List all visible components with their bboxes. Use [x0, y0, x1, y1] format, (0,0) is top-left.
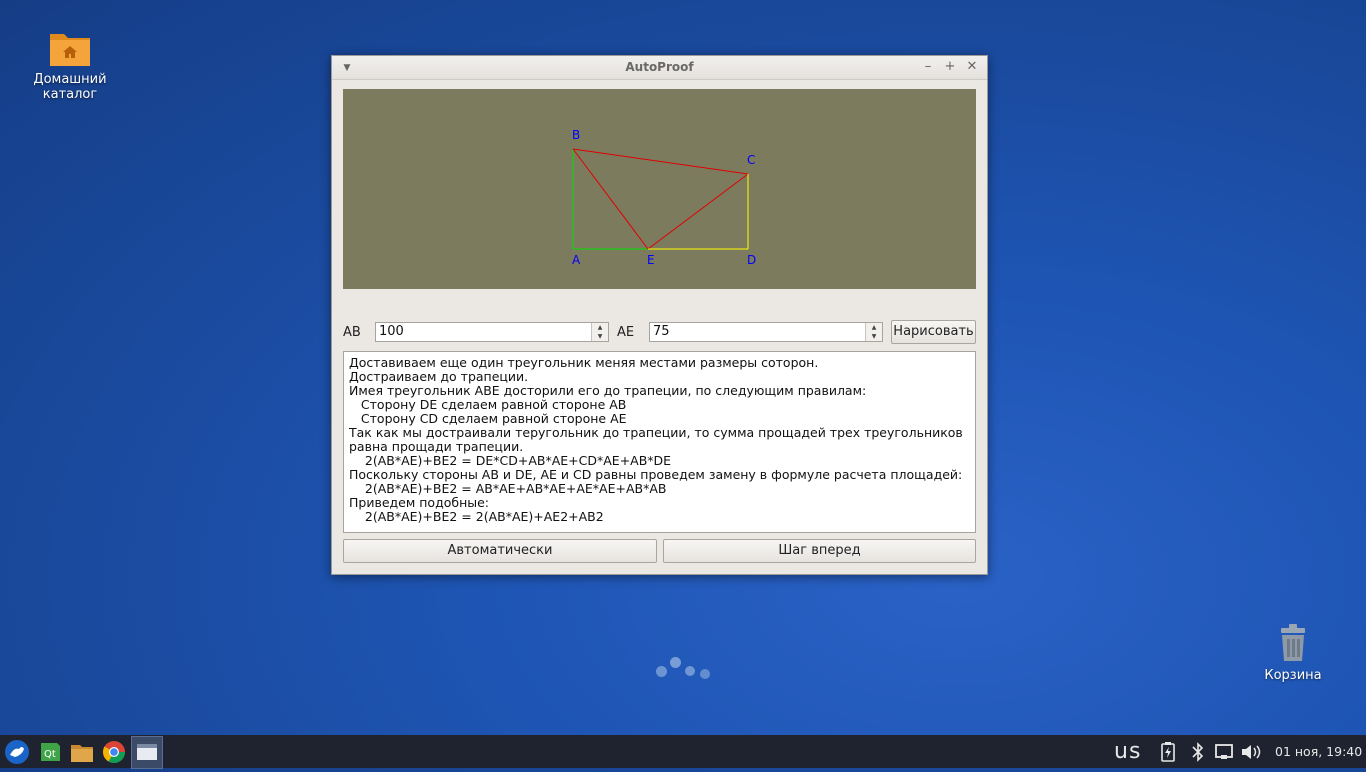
loading-dot — [656, 666, 667, 677]
ae-spinbox[interactable]: 75 ▲ ▼ — [649, 322, 883, 342]
svg-text:Qt: Qt — [44, 749, 56, 760]
volume-icon[interactable] — [1240, 743, 1262, 765]
ae-value: 75 — [653, 324, 670, 339]
log-line: равна прощади трапеции. — [349, 439, 524, 454]
home-label-line2: каталог — [42, 87, 98, 102]
bluetooth-icon[interactable] — [1191, 742, 1205, 766]
log-line: Сторону DE сделаем равной стороне AB — [349, 397, 627, 412]
window-title: AutoProof — [625, 60, 694, 74]
window-titlebar[interactable]: ▼ AutoProof – + ✕ — [332, 56, 987, 80]
geometry-canvas: B C A E D — [343, 89, 976, 289]
close-icon: ✕ — [966, 59, 978, 74]
spin-up-icon[interactable]: ▲ — [592, 323, 608, 332]
ab-value: 100 — [379, 324, 404, 339]
home-folder-icon — [50, 34, 90, 66]
point-label-a: A — [572, 253, 581, 267]
log-line: Имея треугольник ABE досторили его до тр… — [349, 383, 867, 398]
log-line: Доставиваем еще один треугольник меняя м… — [349, 355, 819, 370]
minimize-icon: – — [924, 59, 932, 74]
loading-dot — [685, 666, 695, 676]
battery-icon[interactable] — [1159, 742, 1177, 766]
file-manager-icon[interactable] — [69, 739, 95, 765]
home-label-line1: Домашний — [33, 72, 107, 87]
keyboard-layout-indicator[interactable]: us — [1114, 739, 1141, 764]
maximize-button[interactable]: + — [941, 58, 959, 76]
point-label-b: B — [572, 128, 580, 142]
network-icon[interactable] — [1214, 743, 1234, 765]
loading-dot — [700, 669, 710, 679]
ae-spin-arrows[interactable]: ▲ ▼ — [865, 323, 882, 341]
autoproof-task-button[interactable] — [131, 736, 163, 769]
auto-button[interactable]: Автоматически — [343, 539, 657, 563]
spin-down-icon[interactable]: ▼ — [866, 332, 882, 341]
xfce-menu-icon[interactable] — [4, 739, 30, 765]
clock[interactable]: 01 ноя, 19:40 — [1275, 744, 1362, 759]
qt-creator-icon[interactable]: Qt — [37, 739, 63, 765]
draw-button[interactable]: Нарисовать — [891, 320, 976, 344]
log-line: Приведем подобные: — [349, 495, 490, 510]
taskbar: Qt us 01 ноя, 19:40 — [0, 735, 1366, 769]
ab-spin-arrows[interactable]: ▲ ▼ — [591, 323, 608, 341]
log-line: Так как мы достраивали теругольник до тр… — [349, 425, 963, 440]
proof-log[interactable]: Доставиваем еще один треугольник меняя м… — [343, 351, 976, 533]
log-line: 2(AB*AE)+BE2 = DE*CD+AB*AE+CD*AE+AB*DE — [349, 453, 672, 468]
ab-label: AB — [343, 325, 361, 340]
trash-label: Корзина — [1264, 668, 1322, 683]
log-line: 2(AB*AE)+BE2 = AB*AE+AB*AE+AE*AE+AB*AB — [349, 481, 667, 496]
chrome-icon[interactable] — [101, 739, 127, 765]
trash-icon — [1281, 624, 1305, 661]
desktop-icon-trash[interactable]: Корзина — [1248, 622, 1338, 683]
maximize-icon: + — [944, 59, 956, 74]
close-button[interactable]: ✕ — [963, 58, 981, 76]
spin-up-icon[interactable]: ▲ — [866, 323, 882, 332]
segment-be — [572, 148, 649, 250]
point-label-c: C — [747, 153, 755, 167]
desktop-icon-home[interactable]: Домашний каталог — [25, 28, 115, 102]
spin-down-icon[interactable]: ▼ — [592, 332, 608, 341]
segment-ec — [647, 173, 749, 250]
segment-bc — [572, 148, 749, 175]
log-line: Достраиваем до трапеции. — [349, 369, 529, 384]
minimize-button[interactable]: – — [919, 58, 937, 76]
point-label-e: E — [647, 253, 655, 267]
ae-label: AE — [617, 325, 635, 340]
ab-spinbox[interactable]: 100 ▲ ▼ — [375, 322, 609, 342]
log-line: Сторону CD сделаем равной стороне AE — [349, 411, 627, 426]
loading-dot — [670, 657, 681, 668]
log-line: 2(AB*AE)+BE2 = 2(AB*AE)+AE2+AB2 — [349, 509, 604, 524]
point-label-d: D — [747, 253, 756, 267]
window-icon — [137, 744, 157, 760]
autoproof-window[interactable]: ▼ AutoProof – + ✕ B C A E D AB 100 ▲ ▼ A… — [331, 55, 988, 575]
step-forward-button[interactable]: Шаг вперед — [663, 539, 976, 563]
log-line: Поскольку стороны AB и DE, AE и CD равны… — [349, 467, 963, 482]
